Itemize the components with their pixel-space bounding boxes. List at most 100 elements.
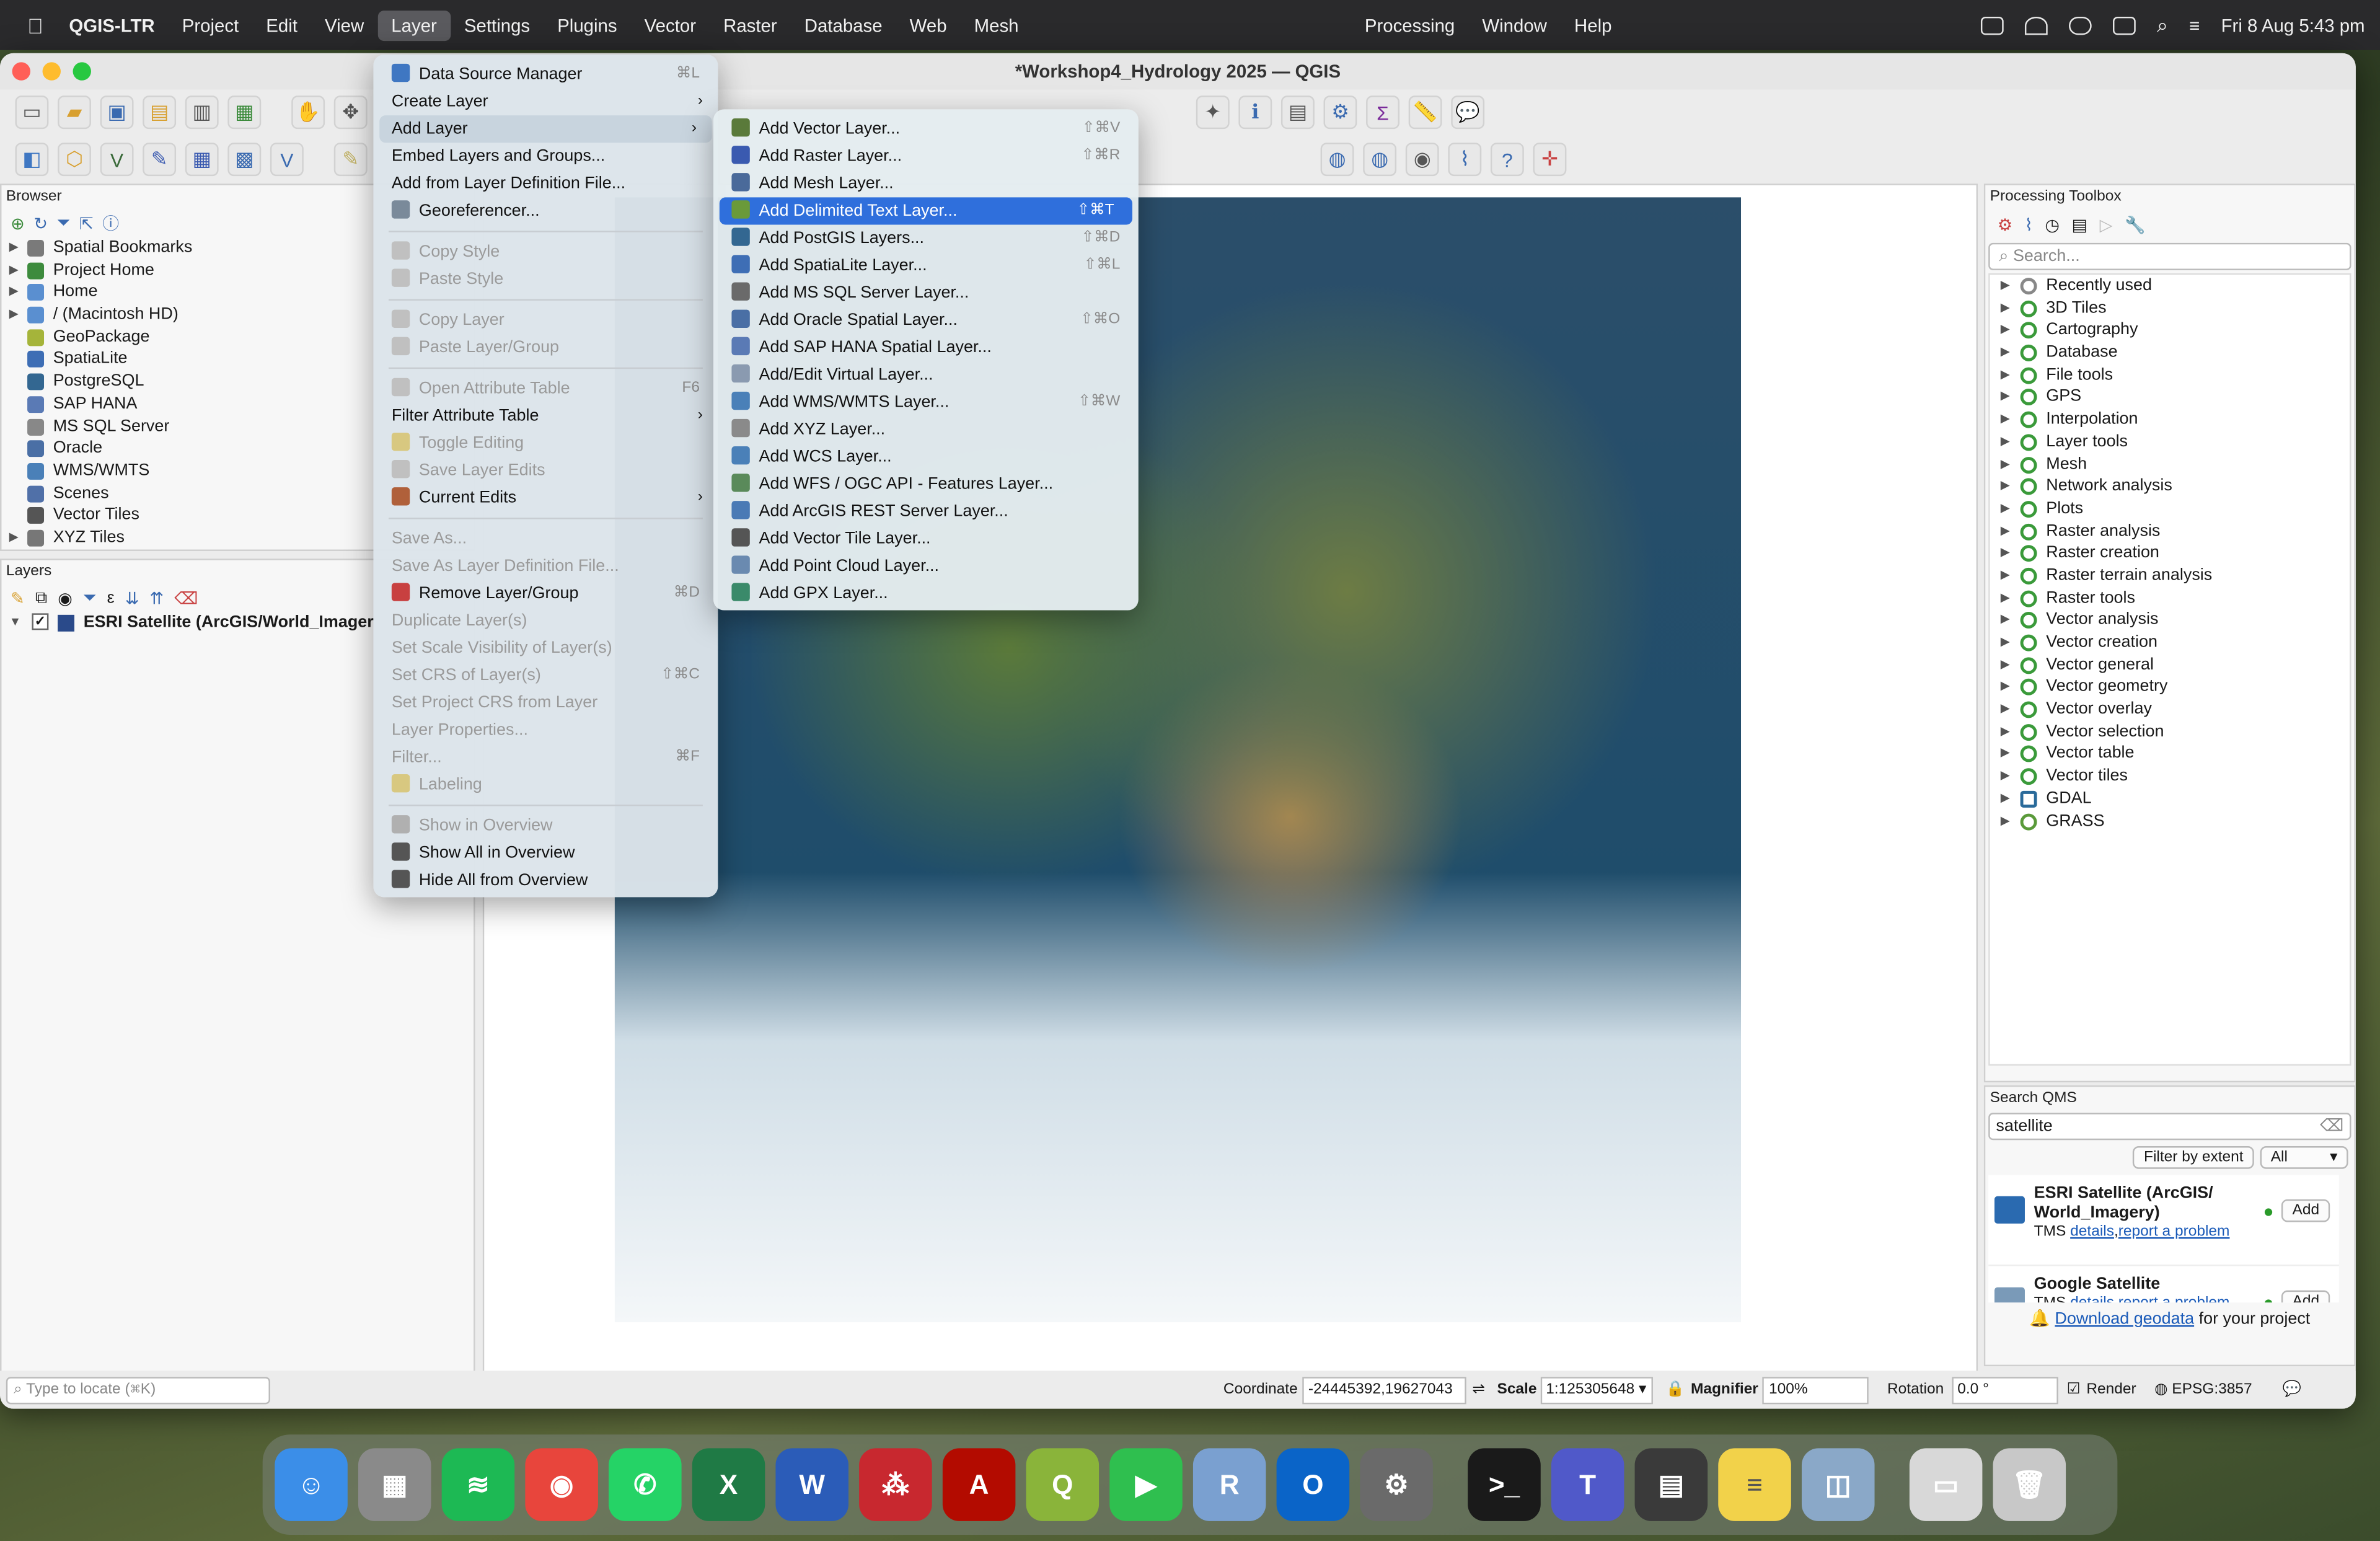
qms-add-button[interactable]: Add (2281, 1199, 2330, 1222)
layer-menu-item[interactable]: Save Layer Edits (373, 457, 718, 484)
refresh-icon[interactable]: ↻ (33, 213, 48, 233)
processing-group[interactable]: ▶ File tools (1990, 364, 2350, 386)
details-link[interactable]: details (2070, 1224, 2114, 1240)
expand-arrow-icon[interactable]: ▶ (2001, 788, 2010, 810)
layer-menu-item[interactable]: Georeferencer... (373, 197, 718, 224)
attribute-table-toolbar-icon[interactable]: ▤ (1280, 95, 1315, 130)
crosshair-icon[interactable]: ✛ (1533, 143, 1567, 177)
battery-icon[interactable] (2112, 15, 2136, 35)
visibility-icon[interactable]: ◉ (58, 588, 73, 607)
menu-help[interactable]: Help (1561, 10, 1626, 40)
add-layer-menu-item[interactable]: Add WMS/WMTS Layer... ⇧⌘W (713, 389, 1139, 416)
statistics-icon[interactable]: Σ (1366, 95, 1399, 130)
web-icon-2[interactable]: ◍ (1363, 143, 1397, 177)
processing-group[interactable]: ▶ Interpolation (1990, 408, 2350, 431)
python-icon[interactable]: ⌇ (1448, 143, 1482, 177)
expand-arrow-icon[interactable]: ▼ (9, 612, 21, 634)
coordinate-field[interactable]: -24445392,19627043 (1302, 1376, 1466, 1404)
identify-icon[interactable]: ℹ (1238, 95, 1272, 130)
collapse-all-icon[interactable]: ⇈ (150, 588, 164, 607)
expression-filter-icon[interactable]: ε (107, 589, 115, 607)
processing-group[interactable]: ▶ Plots (1990, 498, 2350, 520)
layer-menu-item[interactable]: Open Attribute Table F6 (373, 375, 718, 402)
expand-arrow-icon[interactable]: ▶ (2001, 342, 2010, 364)
dock-calculator-icon[interactable]: ▤ (1634, 1448, 1708, 1521)
history-icon[interactable]: ◷ (2045, 215, 2060, 234)
style-manager-icon[interactable]: ▦ (227, 95, 262, 130)
new-layout-icon[interactable]: ▤ (143, 95, 177, 130)
open-project-icon[interactable]: ▰ (58, 95, 91, 130)
qms-search-input[interactable]: satellite ⌫ (1988, 1113, 2351, 1141)
processing-group[interactable]: ▶ Raster terrain analysis (1990, 565, 2350, 587)
menu-window[interactable]: Window (1468, 10, 1561, 40)
menu-edit[interactable]: Edit (252, 10, 311, 40)
rotation-field[interactable]: 0.0 ° (1951, 1376, 2058, 1404)
menubar-datetime[interactable]: Fri 8 Aug 5:43 pm (2221, 14, 2365, 35)
processing-group[interactable]: ▶ Database (1990, 342, 2350, 364)
layer-menu-item[interactable]: Copy Layer (373, 307, 718, 334)
processing-group[interactable]: ▶ Raster creation (1990, 542, 2350, 565)
menu-vector[interactable]: Vector (631, 10, 710, 40)
filter-by-extent-button[interactable]: Filter by extent (2133, 1146, 2254, 1169)
processing-group[interactable]: ▶ Vector overlay (1990, 699, 2350, 721)
web-icon-1[interactable]: ◍ (1320, 143, 1354, 177)
expand-arrow-icon[interactable]: ▶ (2001, 520, 2010, 542)
layer-menu-item[interactable]: Duplicate Layer(s) (373, 607, 718, 635)
layer-filter-icon[interactable]: ⏷ (83, 588, 97, 608)
control-center-icon[interactable]: ≡ (2189, 14, 2200, 35)
expand-arrow-icon[interactable]: ▶ (2001, 386, 2010, 408)
expand-arrow-icon[interactable]: ▶ (2001, 364, 2010, 386)
qms-add-button[interactable]: Add (2281, 1290, 2330, 1303)
menu-web[interactable]: Web (896, 10, 961, 40)
processing-gear-icon[interactable]: ⚙ (1323, 95, 1357, 130)
locate-input[interactable]: ⌕ Type to locate (⌘K) (6, 1376, 270, 1404)
dock-system-settings-icon[interactable]: ⚙ (1360, 1448, 1433, 1521)
screen-icon[interactable] (1980, 15, 2004, 35)
add-layer-menu-item[interactable]: Add Point Cloud Layer... (713, 552, 1139, 580)
processing-group[interactable]: ▶ Vector analysis (1990, 609, 2350, 632)
expand-arrow-icon[interactable]: ▶ (2001, 699, 2010, 721)
layer-menu-item[interactable]: Add from Layer Definition File... (373, 170, 718, 197)
expand-arrow-icon[interactable]: ▶ (9, 281, 19, 304)
add-wms-icon[interactable]: ▩ (227, 143, 262, 177)
details-link[interactable]: details (2070, 1295, 2114, 1302)
add-layer-menu-item[interactable]: Add XYZ Layer... (713, 416, 1139, 443)
dock-teams-icon[interactable]: T (1551, 1448, 1624, 1521)
help-icon[interactable]: ? (1490, 143, 1524, 177)
expand-arrow-icon[interactable]: ▶ (2001, 297, 2010, 319)
dock-acrobat-icon[interactable]: A (942, 1448, 1016, 1521)
add-layer-menu-item[interactable]: Add/Edit Virtual Layer... (713, 361, 1139, 389)
dock-documents-icon[interactable]: ▭ (1909, 1448, 1983, 1521)
dock-notes-icon[interactable]: ≡ (1718, 1448, 1791, 1521)
minimize-window-button[interactable] (42, 62, 61, 81)
apple-icon[interactable]:  (0, 13, 55, 37)
add-layer-menu-item[interactable]: Add Mesh Layer... (713, 170, 1139, 197)
add-geopackage-icon[interactable]: ⬡ (58, 143, 91, 177)
layer-menu-item[interactable]: Filter... ⌘F (373, 744, 718, 771)
add-layer-menu-item[interactable]: Add GPX Layer... (713, 580, 1139, 607)
dock-terminal-icon[interactable]: >_ (1468, 1448, 1541, 1521)
layer-menu-item[interactable]: Save As Layer Definition File... (373, 552, 718, 580)
layer-menu-item[interactable]: Labeling (373, 771, 718, 798)
add-layer-menu-item[interactable]: Add PostGIS Layers... ⇧⌘D (713, 224, 1139, 252)
layer-menu-item[interactable]: Toggle Editing (373, 430, 718, 457)
dock-spotify-icon[interactable]: ≋ (441, 1448, 515, 1521)
menu-project[interactable]: Project (169, 10, 253, 40)
scale-field[interactable]: 1:125305648 ▾ (1541, 1376, 1654, 1404)
info-icon[interactable]: ⓘ (102, 211, 119, 235)
expand-arrow-icon[interactable]: ▶ (2001, 453, 2010, 475)
dock-outlook-icon[interactable]: O (1276, 1448, 1350, 1521)
filter-icon[interactable]: ⏷ (57, 213, 71, 233)
layer-visibility-checkbox[interactable]: ✓ (32, 613, 49, 630)
new-project-icon[interactable]: ▭ (15, 95, 49, 130)
layer-menu-item[interactable]: Show All in Overview (373, 839, 718, 867)
expand-arrow-icon[interactable]: ▶ (9, 259, 19, 281)
pan-to-selection-icon[interactable]: ✥ (333, 95, 368, 130)
dock-chrome-icon[interactable]: ◉ (525, 1448, 598, 1521)
expand-arrow-icon[interactable]: ▶ (2001, 475, 2010, 498)
expand-arrow-icon[interactable]: ▶ (2001, 810, 2010, 832)
layer-menu-item[interactable]: Add Layer › (379, 115, 712, 143)
processing-group[interactable]: ▶ Mesh (1990, 453, 2350, 475)
menu-layer[interactable]: Layer (377, 9, 451, 40)
messages-icon[interactable]: 💬 (2283, 1382, 2301, 1398)
